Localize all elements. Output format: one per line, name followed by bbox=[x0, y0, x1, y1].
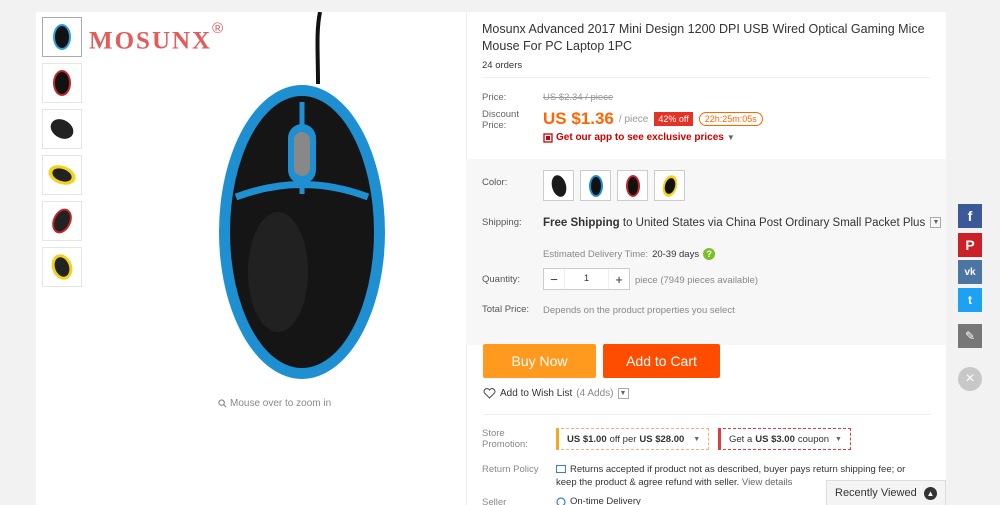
thumbnail-yellow[interactable] bbox=[42, 155, 82, 195]
divider bbox=[482, 77, 930, 78]
heart-icon bbox=[483, 388, 496, 399]
thumbnail-blue[interactable] bbox=[42, 17, 82, 57]
decrement-button[interactable]: − bbox=[544, 272, 564, 287]
clock-icon bbox=[556, 496, 566, 505]
main-product-image[interactable] bbox=[88, 11, 468, 392]
buy-now-button[interactable]: Buy Now bbox=[483, 344, 596, 378]
app-promo-link[interactable]: Get our app to see exclusive prices ▼ bbox=[543, 132, 763, 143]
chevron-down-icon[interactable]: ▼ bbox=[617, 388, 629, 399]
color-swatches bbox=[543, 170, 685, 201]
swatch-yellow[interactable] bbox=[654, 170, 685, 201]
product-info: Mosunx Advanced 2017 Mini Design 1200 DP… bbox=[482, 21, 942, 78]
wishlist-link[interactable]: Add to Wish List (4 Adds) ▼ bbox=[483, 388, 629, 399]
chevron-down-icon: ▼ bbox=[726, 133, 735, 142]
availability: piece (7949 pieces available) bbox=[635, 275, 759, 286]
recently-viewed-tab[interactable]: Recently Viewed ▲ bbox=[826, 480, 946, 505]
thumbnail-black[interactable] bbox=[42, 109, 82, 149]
discount-row: Discount Price: US $1.36 / piece 42% off… bbox=[482, 109, 763, 143]
coupon-discount[interactable]: US $1.00 off per US $28.00 ▼ bbox=[556, 428, 710, 450]
close-icon[interactable]: × bbox=[958, 367, 982, 391]
seller-label: Seller bbox=[482, 497, 507, 505]
countdown-timer: 22h:25m:05s bbox=[698, 112, 763, 126]
phone-icon bbox=[543, 132, 553, 143]
quantity-input[interactable]: 1 bbox=[564, 269, 609, 289]
product-title: Mosunx Advanced 2017 Mini Design 1200 DP… bbox=[482, 22, 925, 53]
thumbnail-yellow-black[interactable] bbox=[42, 247, 82, 287]
discount-badge: 42% off bbox=[654, 112, 693, 126]
total-price-desc: Depends on the product properties you se… bbox=[543, 305, 735, 316]
brand-logo: MOSUNX® bbox=[89, 20, 226, 55]
thumbnail-red[interactable] bbox=[42, 63, 82, 103]
thumbnail-red-black[interactable] bbox=[42, 201, 82, 241]
chevron-up-icon: ▲ bbox=[924, 486, 937, 500]
quantity-label: Quantity: bbox=[482, 274, 521, 285]
shipping-info[interactable]: Free Shipping to United States via China… bbox=[543, 216, 943, 230]
quantity-stepper: − 1 + bbox=[543, 268, 630, 290]
twitter-icon[interactable]: t bbox=[958, 288, 982, 312]
vk-icon[interactable]: vk bbox=[958, 260, 982, 284]
page: MOSUNX® Mouse over to zoom in Mosunx Adv… bbox=[0, 0, 1000, 505]
chevron-down-icon: ▼ bbox=[835, 435, 842, 443]
help-icon[interactable]: ? bbox=[703, 248, 716, 260]
color-label: Color: bbox=[482, 177, 508, 188]
chevron-down-icon: ▼ bbox=[693, 435, 701, 443]
total-price-label: Total Price: bbox=[482, 304, 529, 315]
thumbnail-list bbox=[42, 17, 82, 293]
add-to-cart-button[interactable]: Add to Cart bbox=[603, 344, 720, 378]
original-price: US $2.34 / piece bbox=[543, 92, 614, 103]
view-details-link[interactable]: View details bbox=[742, 477, 793, 488]
price-row: Price: US $2.34 / piece bbox=[482, 92, 614, 103]
order-count: 24 orders bbox=[482, 60, 523, 71]
swatch-blue[interactable] bbox=[580, 170, 611, 201]
store-promotion-label: Store Promotion: bbox=[482, 428, 528, 450]
coupon-get[interactable]: Get a US $3.00 coupon ▼ bbox=[718, 428, 851, 450]
pinterest-icon[interactable]: P bbox=[958, 233, 982, 257]
edit-icon[interactable]: ✎ bbox=[958, 324, 982, 348]
ontime-delivery: On-time Delivery bbox=[556, 496, 641, 505]
facebook-icon[interactable]: f bbox=[958, 204, 982, 228]
return-icon bbox=[556, 465, 566, 474]
return-policy-label: Return Policy bbox=[482, 464, 539, 475]
chevron-down-icon[interactable]: ▼ bbox=[930, 217, 942, 229]
divider bbox=[483, 414, 931, 415]
shipping-label: Shipping: bbox=[482, 217, 522, 228]
discount-price: US $1.36 bbox=[543, 109, 614, 128]
increment-button[interactable]: + bbox=[609, 272, 629, 287]
delivery-estimate: Estimated Delivery Time: 20-39 days ? bbox=[543, 248, 716, 260]
zoom-hint: Mouse over to zoom in bbox=[218, 398, 331, 409]
swatch-red[interactable] bbox=[617, 170, 648, 201]
magnifier-icon bbox=[218, 399, 227, 408]
swatch-black[interactable] bbox=[543, 170, 574, 201]
